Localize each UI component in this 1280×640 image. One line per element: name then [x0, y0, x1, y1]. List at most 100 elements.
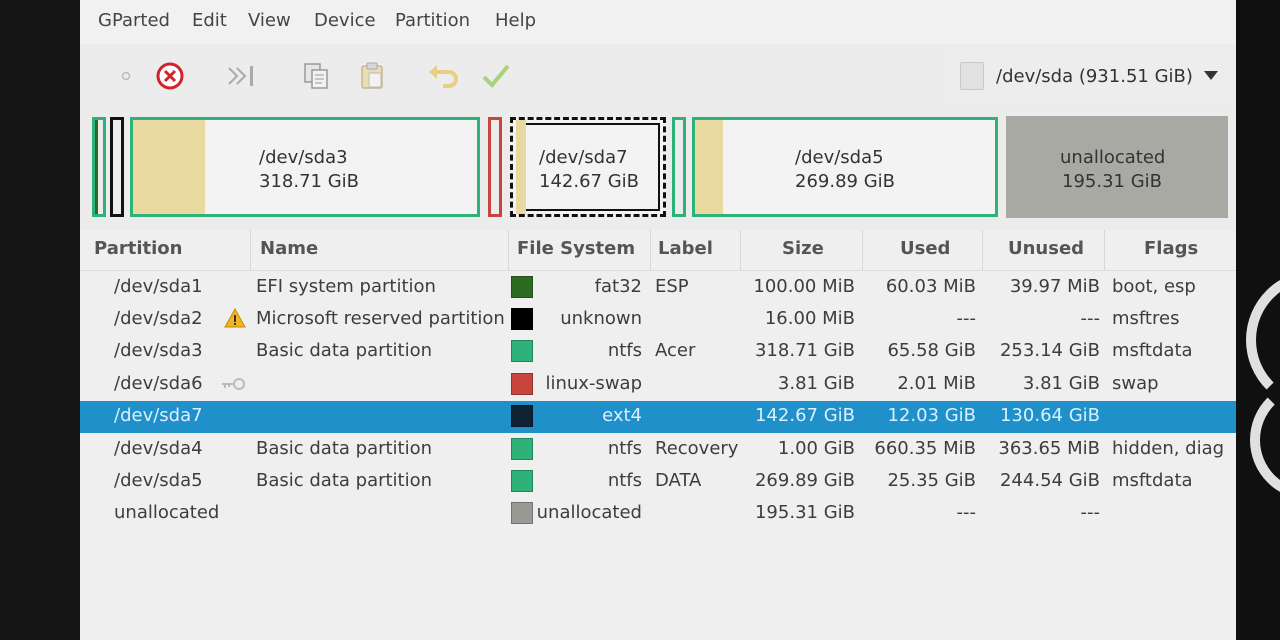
- header-label[interactable]: Label: [658, 238, 713, 259]
- menubar: GParted Edit View Device Partition Help: [80, 0, 1236, 44]
- menu-help[interactable]: Help: [495, 10, 536, 31]
- header-unused[interactable]: Unused: [1008, 238, 1084, 259]
- filesystem-cell: unknown: [560, 308, 642, 329]
- flags-cell: boot, esp: [1112, 276, 1196, 297]
- column-separator[interactable]: [982, 230, 983, 270]
- filesystem-cell: fat32: [594, 276, 642, 297]
- header-name[interactable]: Name: [260, 238, 318, 259]
- filesystem-color-swatch: [511, 502, 533, 524]
- diskmap-unallocated-name: unallocated: [1060, 147, 1166, 168]
- name-cell: Basic data partition: [256, 438, 433, 459]
- name-cell: Basic data partition: [256, 470, 433, 491]
- diskmap-sda3[interactable]: /dev/sda3 318.71 GiB: [130, 117, 480, 217]
- size-cell: 142.67 GiB: [754, 405, 855, 426]
- resize-move-button[interactable]: [222, 58, 262, 94]
- label-cell: Recovery: [655, 438, 739, 459]
- size-cell: 195.31 GiB: [754, 502, 855, 523]
- unused-cell: 253.14 GiB: [999, 340, 1100, 361]
- partition-cell: unallocated: [114, 502, 220, 523]
- used-cell: ---: [956, 502, 977, 523]
- diskmap-sda6[interactable]: [488, 117, 502, 217]
- delete-button[interactable]: [150, 58, 190, 94]
- menu-view[interactable]: View: [248, 10, 291, 31]
- diskmap-sda5-name: /dev/sda5: [795, 147, 884, 168]
- name-cell: Microsoft reserved partition: [256, 308, 505, 329]
- header-partition[interactable]: Partition: [94, 238, 182, 259]
- device-selector[interactable]: /dev/sda (931.51 GiB): [946, 54, 1232, 98]
- unused-cell: ---: [1080, 502, 1101, 523]
- apply-button[interactable]: [476, 58, 516, 94]
- header-flags[interactable]: Flags: [1144, 238, 1198, 259]
- copy-button[interactable]: [296, 58, 336, 94]
- paste-icon: [361, 62, 383, 89]
- menu-partition[interactable]: Partition: [395, 10, 470, 31]
- new-partition-button[interactable]: [106, 58, 146, 94]
- column-separator[interactable]: [508, 230, 509, 270]
- undo-icon: [429, 65, 458, 88]
- filesystem-cell: ext4: [602, 405, 642, 426]
- flags-cell: msftdata: [1112, 340, 1193, 361]
- filesystem-color-swatch: [511, 405, 533, 427]
- diskmap-sda5[interactable]: /dev/sda5 269.89 GiB: [692, 117, 998, 217]
- table-row-sda3[interactable]: /dev/sda3 Basic data partition ntfs Acer 318…: [80, 336, 1236, 368]
- filesystem-color-swatch: [511, 276, 533, 298]
- partition-table: Partition Name File System Label Size Us…: [80, 230, 1236, 640]
- diskmap-sda7-size: 142.67 GiB: [539, 171, 640, 192]
- flags-cell: msftres: [1112, 308, 1180, 329]
- header-used[interactable]: Used: [900, 238, 950, 259]
- column-separator[interactable]: [740, 230, 741, 270]
- usage-fill: [133, 120, 205, 214]
- filesystem-color-swatch: [511, 438, 533, 460]
- filesystem-color-swatch: [511, 373, 533, 395]
- column-separator[interactable]: [1104, 230, 1105, 270]
- device-label: /dev/sda (931.51 GiB): [996, 65, 1193, 87]
- menu-edit[interactable]: Edit: [192, 10, 227, 31]
- column-separator[interactable]: [862, 230, 863, 270]
- size-cell: 3.81 GiB: [777, 373, 855, 394]
- header-size[interactable]: Size: [782, 238, 824, 259]
- used-cell: ---: [956, 308, 977, 329]
- partition-cell: /dev/sda6: [114, 373, 203, 394]
- menu-gparted[interactable]: GParted: [98, 10, 170, 31]
- usage-fill: [516, 120, 526, 214]
- label-cell: ESP: [655, 276, 689, 297]
- delete-icon: [156, 62, 184, 90]
- partition-cell: /dev/sda4: [114, 438, 203, 459]
- diskmap-sda7[interactable]: /dev/sda7 142.67 GiB: [510, 117, 666, 217]
- label-cell: Acer: [655, 340, 696, 361]
- table-row-unallocated[interactable]: unallocated unallocated 195.31 GiB --- ---: [80, 498, 1236, 530]
- usage-fill: [695, 120, 723, 214]
- diskmap-sda7-name: /dev/sda7: [539, 147, 628, 168]
- unused-cell: 130.64 GiB: [999, 405, 1100, 426]
- column-separator[interactable]: [250, 230, 251, 270]
- background-left: [0, 0, 80, 640]
- table-row-sda4[interactable]: /dev/sda4 Basic data partition ntfs Recover…: [80, 434, 1236, 466]
- table-row-sda1[interactable]: /dev/sda1 EFI system partition fat32 ESP 100…: [80, 272, 1236, 304]
- table-row-sda7[interactable]: /dev/sda7 ext4 142.67 GiB 12.03 GiB 130.64 G…: [80, 401, 1236, 433]
- used-cell: 12.03 GiB: [887, 405, 976, 426]
- diskmap-sda1[interactable]: [92, 117, 106, 217]
- table-row-sda5[interactable]: /dev/sda5 Basic data partition ntfs DATA 269…: [80, 466, 1236, 498]
- diskmap-sda5-size: 269.89 GiB: [795, 171, 896, 192]
- unused-cell: 363.65 MiB: [998, 438, 1100, 459]
- background-right: [1236, 0, 1280, 640]
- paste-button[interactable]: [352, 58, 392, 94]
- filesystem-cell: ntfs: [607, 340, 642, 361]
- diskmap-sda4[interactable]: [672, 117, 686, 217]
- flags-cell: swap: [1112, 373, 1159, 394]
- table-row-sda6[interactable]: /dev/sda6 linux-swap 3.81 GiB 2.01 MiB 3.81 …: [80, 369, 1236, 401]
- header-filesystem[interactable]: File System: [517, 238, 635, 259]
- menu-device[interactable]: Device: [314, 10, 376, 31]
- warning-icon: [224, 308, 246, 328]
- dropdown-arrow-icon: [1204, 71, 1218, 80]
- name-cell: EFI system partition: [256, 276, 436, 297]
- diskmap-sda2[interactable]: [110, 117, 124, 217]
- used-cell: 2.01 MiB: [897, 373, 976, 394]
- diskmap-unallocated[interactable]: unallocated 195.31 GiB: [1006, 116, 1228, 218]
- partition-cell: /dev/sda3: [114, 340, 203, 361]
- column-separator[interactable]: [650, 230, 651, 270]
- disk-map: /dev/sda3 318.71 GiB /dev/sda7 142.67 Gi…: [88, 114, 1230, 222]
- table-row-sda2[interactable]: /dev/sda2 Microsoft reserved partition unk…: [80, 304, 1236, 336]
- undo-button[interactable]: [424, 58, 464, 94]
- filesystem-color-swatch: [511, 308, 533, 330]
